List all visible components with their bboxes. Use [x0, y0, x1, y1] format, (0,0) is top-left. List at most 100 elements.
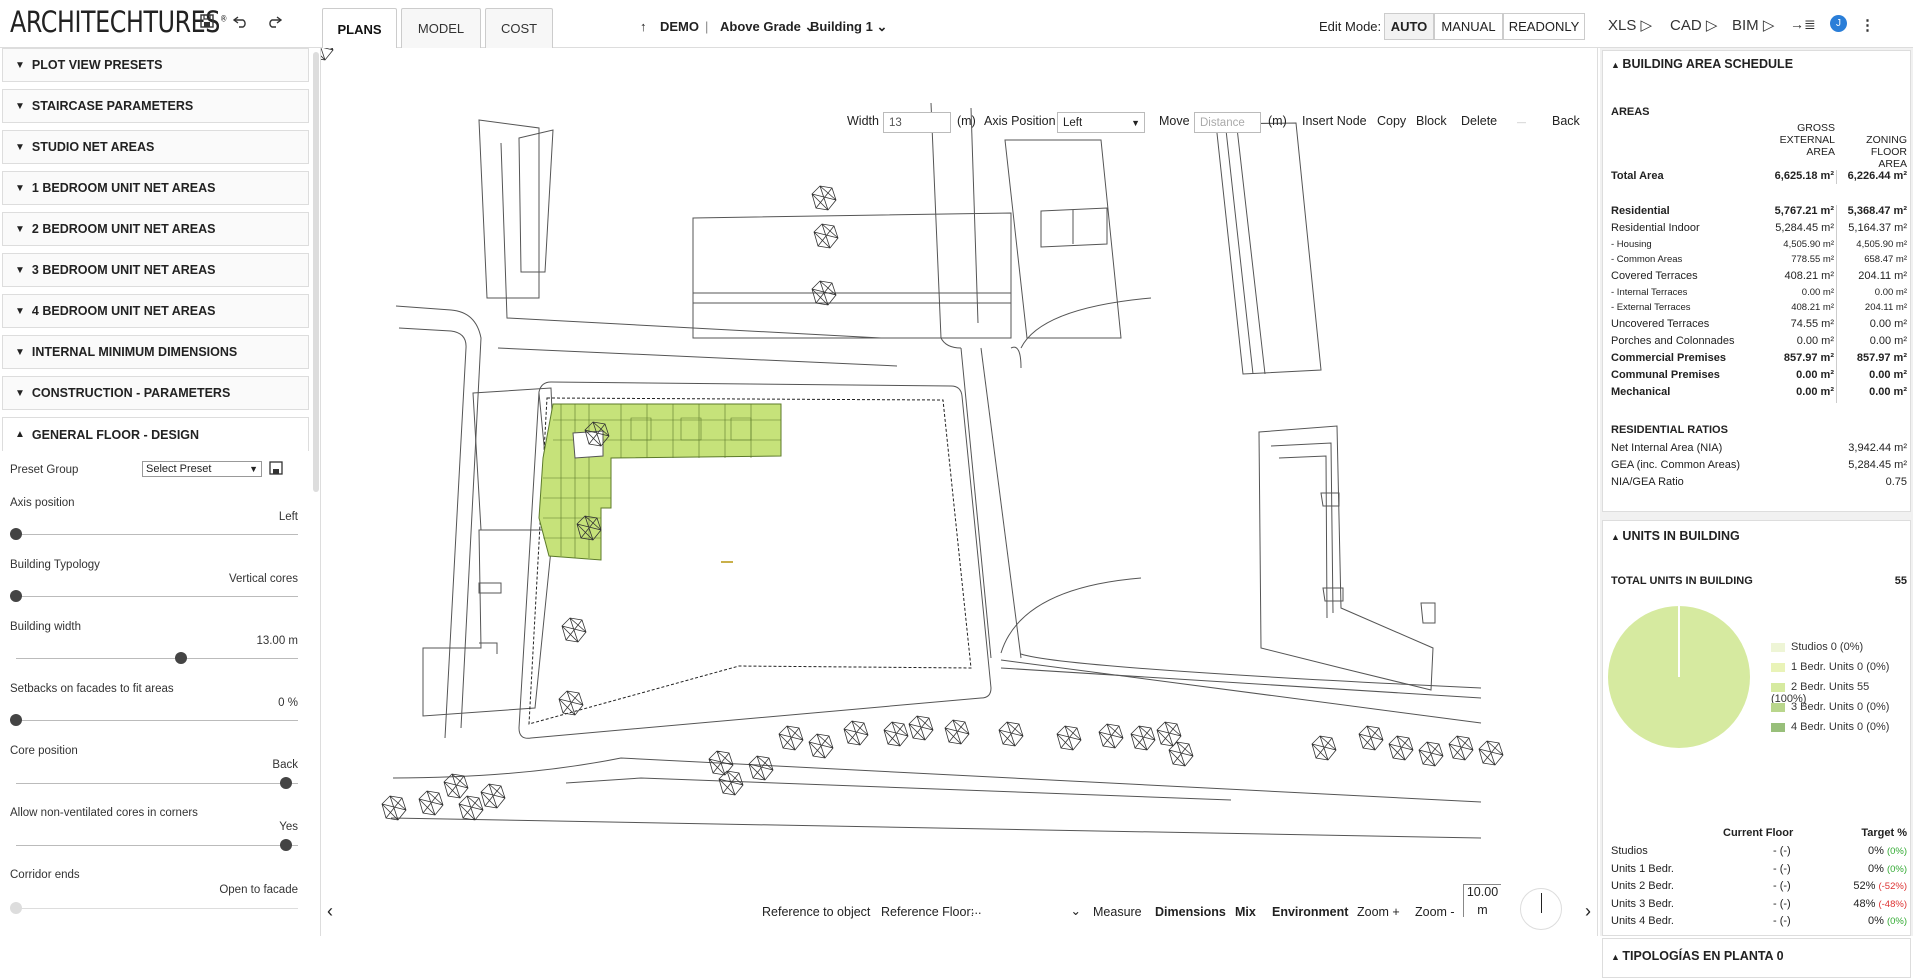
section-4-bedroom-net-areas[interactable]: ▼ 4 BEDROOM UNIT NET AREAS — [2, 294, 309, 328]
section-staircase-parameters[interactable]: ▼ STAIRCASE PARAMETERS — [2, 89, 309, 123]
insert-node-button[interactable]: Insert Node — [1302, 114, 1367, 128]
setbacks-slider[interactable] — [10, 714, 298, 726]
breadcrumb-separator: | — [705, 19, 709, 34]
section-construction-parameters[interactable]: ▼ CONSTRUCTION - PARAMETERS — [2, 376, 309, 410]
mode-auto-button[interactable]: AUTO — [1384, 13, 1434, 40]
slider-knob[interactable] — [10, 714, 22, 726]
schedule-row: - Housing 4,505.90 m² 4,505.90 m² — [1611, 239, 1907, 255]
left-panel-scrollbar[interactable] — [313, 52, 319, 492]
tipologias-title[interactable]: ▲ TIPOLOGÍAS EN PLANTA 0 — [1611, 949, 1784, 963]
north-compass[interactable] — [1520, 888, 1562, 930]
building-width-slider[interactable] — [16, 652, 298, 664]
level-label: Above Grade — [720, 19, 801, 34]
tab-cost[interactable]: COST — [485, 8, 553, 48]
move-unit: (m) — [1268, 114, 1287, 128]
chevron-down-icon: ▼ — [15, 141, 25, 153]
unit-type: Units 2 Bedr. — [1611, 880, 1674, 892]
section-3-bedroom-net-areas[interactable]: ▼ 3 BEDROOM UNIT NET AREAS — [2, 253, 309, 287]
section-plot-view-presets[interactable]: ▼ PLOT VIEW PRESETS — [2, 48, 309, 82]
legend-swatch — [1771, 682, 1785, 692]
reference-floor-select[interactable]: ... ⌄ — [971, 903, 1081, 921]
block-button[interactable]: Block — [1416, 114, 1447, 128]
save-icon[interactable] — [200, 14, 214, 32]
mix-button[interactable]: Mix — [1235, 905, 1256, 919]
core-position-slider[interactable] — [16, 777, 298, 789]
unit-target: 0% (0%) — [1867, 862, 1907, 875]
slider-knob[interactable] — [10, 590, 22, 602]
project-name[interactable]: DEMO — [660, 19, 699, 34]
export-cad-button[interactable]: CAD ▷ — [1670, 16, 1717, 34]
zoom-out-button[interactable]: Zoom - — [1415, 905, 1455, 919]
redo-icon[interactable] — [266, 14, 283, 32]
width-input[interactable]: 13 — [883, 112, 951, 133]
legend-item: 4 Bedr. Units 0 (0%) — [1771, 721, 1889, 733]
row-zoning-floor: 5,368.47 m² — [1847, 205, 1907, 217]
section-studio-net-areas[interactable]: ▼ STUDIO NET AREAS — [2, 130, 309, 164]
avatar[interactable]: J — [1830, 15, 1847, 32]
schedule-row: Mechanical 0.00 m² 0.00 m² — [1611, 386, 1907, 402]
schedule-row: - External Terraces 408.21 m² 204.11 m² — [1611, 302, 1907, 318]
reference-object-button[interactable]: Reference to object — [762, 905, 870, 919]
export-xls-button[interactable]: XLS ▷ — [1608, 16, 1652, 34]
non-ventilated-cores-slider[interactable] — [16, 839, 298, 851]
tab-plans[interactable]: PLANS — [322, 8, 397, 49]
axis-position-select[interactable]: Left ▼ — [1057, 112, 1145, 133]
row-gross-external: 408.21 m² — [1784, 270, 1834, 282]
building-selector[interactable]: Building 1 ⌄ — [810, 19, 887, 35]
plan-canvas[interactable]: Width 13 (m) Axis Position Left ▼ Move Di… — [320, 48, 1598, 936]
undo-icon[interactable] — [232, 14, 249, 32]
section-internal-minimum-dimensions[interactable]: ▼ INTERNAL MINIMUM DIMENSIONS — [2, 335, 309, 369]
preset-group-select[interactable]: Select Preset ▼ — [142, 461, 262, 477]
copy-button[interactable]: Copy — [1377, 114, 1406, 128]
preset-group-label: Preset Group — [10, 464, 79, 476]
row-gross-external: 0.00 m² — [1796, 335, 1834, 347]
slider-knob[interactable] — [174, 652, 187, 664]
logout-icon[interactable]: →≣ — [1790, 16, 1816, 33]
environment-button[interactable]: Environment — [1272, 905, 1348, 919]
app-logo[interactable]: ARCHITECHTURES® — [10, 5, 227, 39]
row-zoning-floor: 0.00 m² — [1869, 335, 1907, 347]
row-zoning-floor: 204.11 m² — [1858, 270, 1907, 282]
scale-value: 10.00 — [1466, 885, 1499, 899]
export-bim-button[interactable]: BIM ▷ — [1732, 16, 1774, 34]
section-general-floor-design[interactable]: ▲ GENERAL FLOOR - DESIGN — [2, 417, 309, 451]
mode-readonly-button[interactable]: READONLY — [1503, 13, 1585, 40]
col-target: Target % — [1861, 827, 1907, 839]
back-button[interactable]: Back — [1552, 114, 1580, 128]
mode-manual-button[interactable]: MANUAL — [1434, 13, 1503, 40]
slider-knob[interactable] — [10, 902, 22, 914]
chevron-right-icon[interactable]: › — [1585, 901, 1591, 922]
slider-knob[interactable] — [10, 528, 22, 540]
zoom-in-button[interactable]: Zoom + — [1357, 905, 1400, 919]
reference-floor-label: Reference Floor: — [881, 905, 975, 919]
schedule-row: Porches and Colonnades 0.00 m² 0.00 m² — [1611, 335, 1907, 351]
delete-button[interactable]: Delete — [1461, 114, 1497, 128]
slider-knob[interactable] — [280, 777, 292, 789]
building-typology-slider[interactable] — [10, 590, 298, 602]
unit-current: - (-) — [1773, 880, 1791, 892]
scale-unit: m — [1477, 903, 1488, 917]
section-2-bedroom-net-areas[interactable]: ▼ 2 BEDROOM UNIT NET AREAS — [2, 212, 309, 246]
section-1-bedroom-net-areas[interactable]: ▼ 1 BEDROOM UNIT NET AREAS — [2, 171, 309, 205]
level-selector[interactable]: Above Grade ⌄ — [720, 19, 815, 35]
chevron-down-icon: ▼ — [15, 223, 25, 235]
axis-position-slider[interactable] — [10, 528, 298, 540]
more-menu-icon[interactable]: ⋮ — [1860, 16, 1875, 34]
save-preset-icon[interactable] — [269, 461, 283, 480]
measure-button[interactable]: Measure — [1093, 905, 1142, 919]
schedule-row: Covered Terraces 408.21 m² 204.11 m² — [1611, 270, 1907, 286]
slider-knob[interactable] — [280, 839, 292, 851]
chevron-left-icon[interactable]: ‹ — [327, 901, 333, 922]
param-label: Building Typology — [10, 559, 100, 571]
tab-model[interactable]: MODEL — [401, 8, 481, 48]
site-plan-drawing[interactable] — [321, 48, 1599, 936]
row-name: - Internal Terraces — [1611, 287, 1688, 298]
schedule-row: Residential Indoor 5,284.45 m² 5,164.37 m² — [1611, 222, 1907, 238]
up-arrow-icon[interactable]: ↑ — [640, 19, 647, 34]
unit-target: 48% (-48%) — [1853, 897, 1907, 910]
row-zoning-floor: 5,164.37 m² — [1848, 222, 1907, 234]
dimensions-button[interactable]: Dimensions — [1155, 905, 1226, 919]
corridor-ends-slider[interactable] — [10, 902, 298, 914]
top-bar: ARCHITECHTURES® PLANS MODEL COST ↑ DEMO … — [0, 0, 1913, 49]
move-distance-input[interactable]: Distance — [1194, 112, 1261, 133]
